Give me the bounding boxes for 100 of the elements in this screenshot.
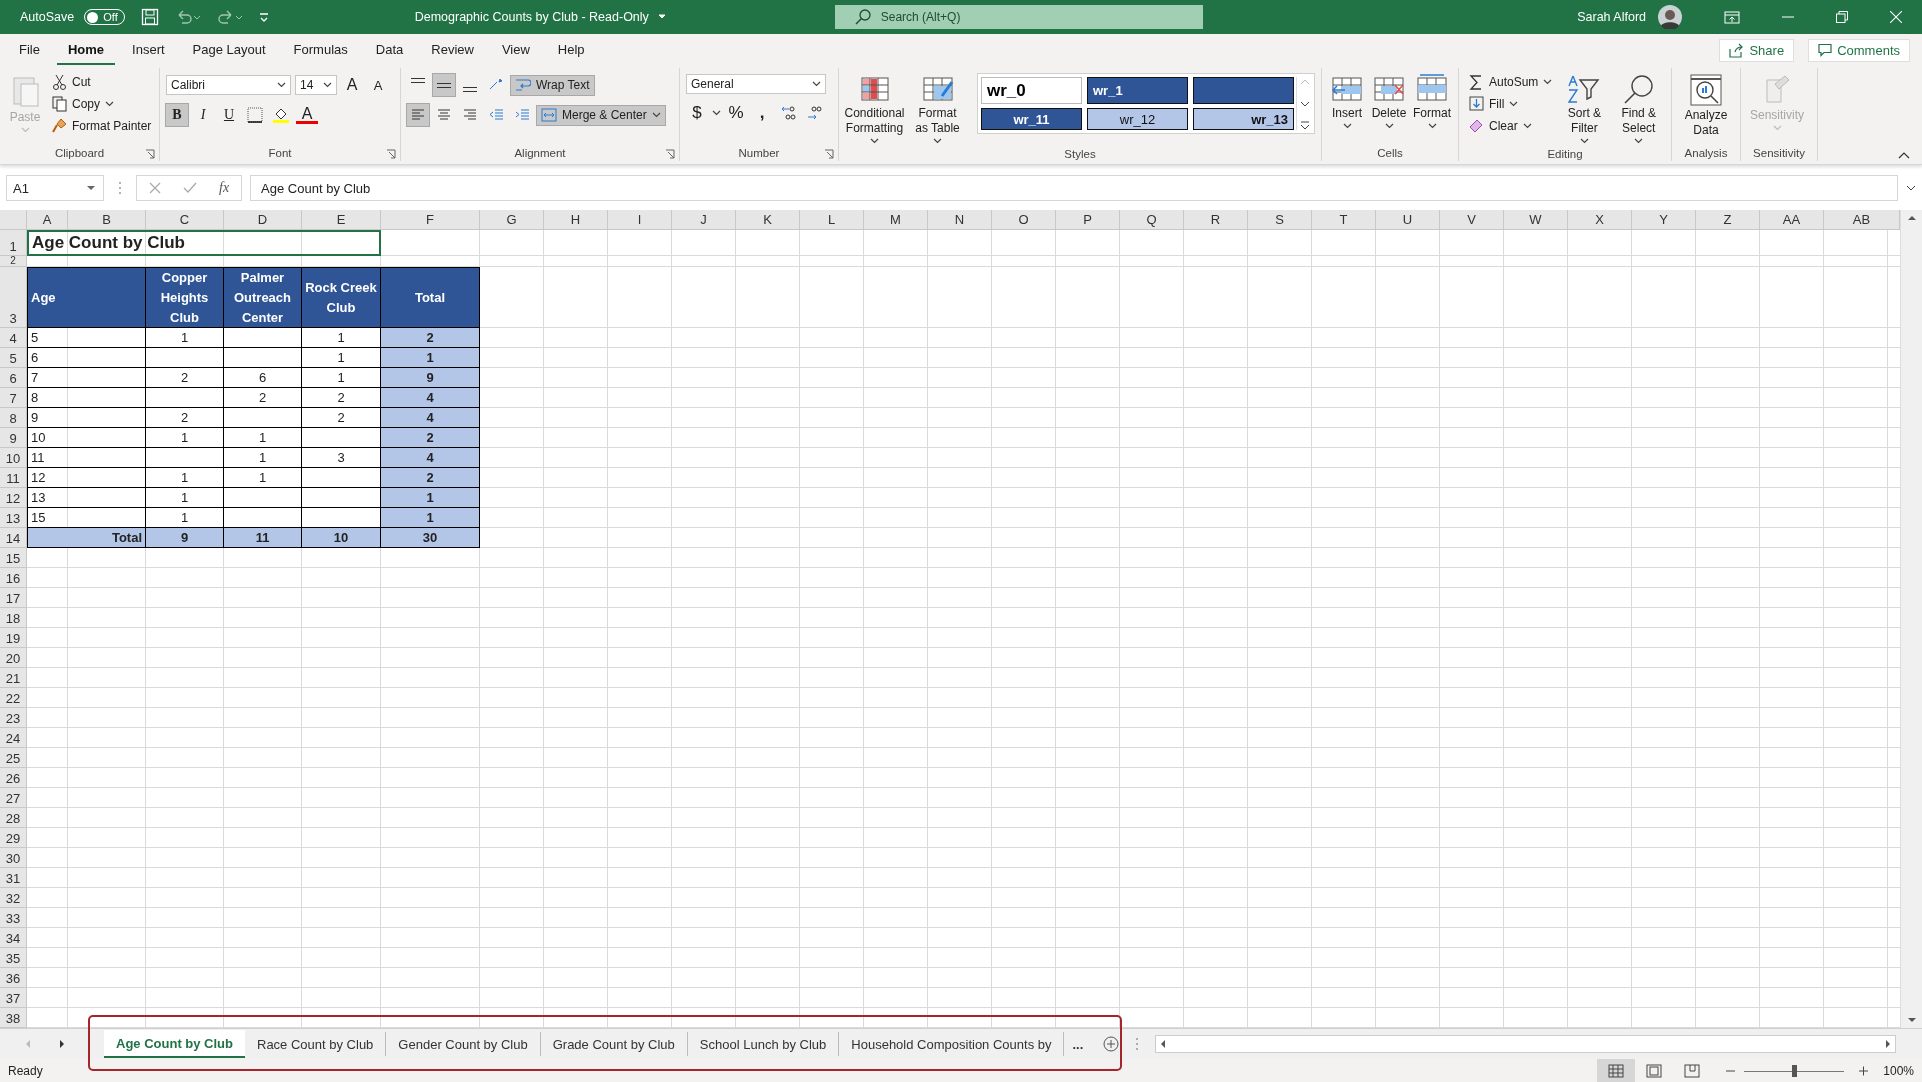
menu-tab[interactable]: Formulas [282,35,359,65]
title-cell[interactable]: Age Count by Club [27,230,381,256]
row-number[interactable]: 27 [0,788,27,808]
column-header[interactable]: S [1248,210,1312,230]
caret-icon[interactable] [1579,138,1589,144]
action-button[interactable]: Cut [48,72,156,91]
new-sheet-icon[interactable] [1103,1036,1120,1052]
menu-tab[interactable]: Insert [121,35,176,65]
menu-tab[interactable]: Help [546,35,596,65]
font-size-field[interactable]: 14 [295,75,337,95]
column-header[interactable]: O [992,210,1056,230]
editing-button[interactable]: AutoSum [1465,72,1557,91]
menu-tab[interactable]: Page Layout [181,35,277,65]
merge-center-button[interactable]: Merge & Center [537,105,665,125]
cell-style[interactable]: wr_12 [1087,108,1188,130]
wrap-text-button[interactable]: Wrap Text [511,75,594,95]
editing-command-button[interactable]: Sort & Filter [1560,72,1609,146]
column-header[interactable]: Q [1120,210,1184,230]
column-header[interactable]: AA [1760,210,1824,230]
search-field[interactable]: Search (Alt+Q) [834,5,1203,29]
borders-button[interactable] [244,104,266,126]
scroll-down-icon[interactable] [1906,1016,1917,1024]
currency-button[interactable]: $ [686,102,708,124]
comments-button[interactable]: Comments [1808,38,1910,62]
editing-command-button[interactable]: Find & Select [1612,72,1665,146]
caret-icon[interactable] [933,138,942,144]
vertical-scrollbar[interactable] [1900,210,1922,1028]
menu-tab[interactable]: Review [420,35,485,65]
name-box[interactable]: A1 [6,175,104,201]
more-sheets-button[interactable]: ... [1064,1032,1092,1056]
expand-icon[interactable] [1906,185,1916,191]
row-number[interactable]: 25 [0,748,27,768]
row-number[interactable]: 31 [0,868,27,888]
caret-icon[interactable] [870,138,879,144]
row-number[interactable]: 2 [0,256,27,267]
caret-icon[interactable] [277,82,286,88]
sheet-tab[interactable]: School Lunch by Club [687,1032,840,1056]
style-command-button[interactable]: Format as Table [908,72,967,146]
scroll-right-icon[interactable] [1884,1039,1892,1049]
scroll-left-icon[interactable] [1159,1039,1168,1049]
shrink-font-button[interactable]: A [367,74,389,96]
dialog-launcher-icon[interactable] [665,149,675,159]
editing-button[interactable]: Fill [1465,94,1557,113]
row-number[interactable]: 34 [0,928,27,948]
column-header[interactable]: A [27,210,68,230]
row-number[interactable]: 33 [0,908,27,928]
column-header[interactable]: K [736,210,800,230]
menu-tab[interactable]: Home [56,35,116,65]
font-name-field[interactable]: Calibri [166,75,291,95]
number-format-field[interactable]: General [686,74,826,94]
scroll-up-icon[interactable] [1906,214,1917,222]
row-number[interactable]: 18 [0,608,27,628]
sheet-tab[interactable]: Household Composition Counts by [839,1032,1065,1056]
avatar-icon[interactable] [1658,5,1682,29]
row-number[interactable]: 5 [0,348,27,368]
row-number[interactable]: 28 [0,808,27,828]
column-header[interactable]: AB [1824,210,1900,230]
next-sheet-icon[interactable] [58,1039,66,1049]
style-command-button[interactable]: Conditional Formatting [845,72,904,146]
row-number[interactable]: 21 [0,668,27,688]
column-header[interactable]: R [1184,210,1248,230]
user-name[interactable]: Sarah Alford [1577,10,1646,24]
format-toggle[interactable]: B [166,104,188,126]
row-number[interactable]: 1 [0,230,27,256]
caret-icon[interactable] [1427,123,1437,129]
analyze-data-button[interactable]: Analyze Data [1678,72,1734,140]
row-number[interactable]: 23 [0,708,27,728]
row-number[interactable]: 32 [0,888,27,908]
caret-icon[interactable] [87,185,95,191]
caret-icon[interactable] [1509,100,1519,107]
row-number[interactable]: 26 [0,768,27,788]
column-header[interactable]: B [68,210,146,230]
caret-icon[interactable] [1522,122,1532,129]
document-title[interactable]: Demographic Counts by Club - Read-Only [414,10,649,24]
comma-button[interactable]: , [751,102,773,124]
restore-icon[interactable] [1836,11,1848,23]
dialog-launcher-icon[interactable] [824,149,834,159]
column-header[interactable]: D [224,210,302,230]
cells-command-button[interactable]: Delete [1370,72,1408,131]
row-number[interactable]: 14 [0,528,27,548]
column-header[interactable]: G [480,210,544,230]
column-header[interactable]: I [608,210,672,230]
editing-button[interactable]: Clear [1465,116,1557,135]
percent-button[interactable]: % [725,102,747,124]
customize-icon[interactable] [258,12,269,22]
sheet-tab[interactable]: Gender Count by Club [386,1032,541,1056]
row-number[interactable]: 30 [0,848,27,868]
cell-style[interactable] [1193,77,1294,104]
row-number[interactable]: 11 [0,468,27,488]
column-header[interactable]: Y [1632,210,1696,230]
format-toggle[interactable]: I [192,104,214,126]
ribbon-display-icon[interactable] [1724,9,1740,25]
row-number[interactable]: 37 [0,988,27,1008]
zoom-level[interactable]: 100% [1883,1064,1914,1078]
column-header[interactable]: E [302,210,381,230]
row-number[interactable]: 20 [0,648,27,668]
row-number[interactable]: 36 [0,968,27,988]
column-header[interactable]: Z [1696,210,1760,230]
row-number[interactable]: 22 [0,688,27,708]
sheet-tab[interactable]: Age Count by Club [104,1030,245,1058]
